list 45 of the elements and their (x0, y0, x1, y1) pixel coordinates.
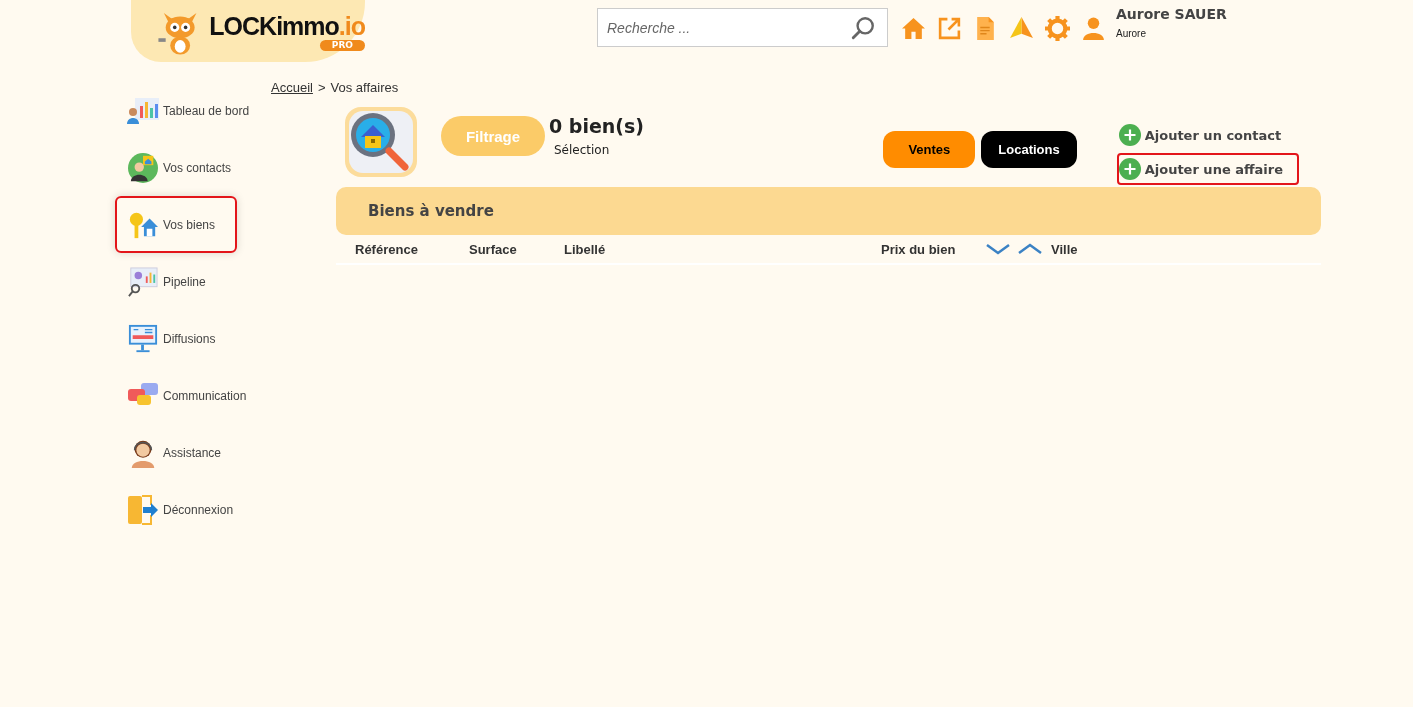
sidebar-item[interactable]: Vos contacts (115, 139, 238, 196)
column-header[interactable]: Ville (1051, 241, 1078, 257)
sidebar-item[interactable]: Diffusions (115, 310, 237, 367)
column-header[interactable]: Référence (355, 241, 418, 257)
search-field[interactable]: Recherche ... (597, 8, 888, 47)
breadcrumb-link[interactable]: Accueil (271, 80, 313, 95)
sidebar-item[interactable]: Vos biens (115, 196, 237, 253)
sidebar-item[interactable]: Tableau de bord (115, 82, 256, 139)
user-icon[interactable] (1081, 16, 1106, 41)
column-header[interactable]: Surface (469, 241, 517, 257)
sidebar-item[interactable]: Assistance (115, 424, 237, 481)
add-link[interactable]: Ajouter un contact (1116, 119, 1299, 151)
tab[interactable]: Locations (981, 131, 1077, 168)
column-header[interactable]: Prix du bien (881, 241, 956, 257)
monitor-chart-icon (127, 266, 159, 297)
paper-plane-icon[interactable] (1009, 16, 1034, 41)
search-input[interactable]: Recherche ... (598, 18, 850, 37)
selection-label: Sélection (554, 143, 611, 157)
brand-name: LOCKimmo.io (209, 11, 365, 40)
dashboard-chart-icon (127, 95, 159, 126)
settings-icon[interactable] (1045, 16, 1070, 41)
pro-badge: PRO (319, 39, 365, 51)
column-header[interactable]: Libellé (564, 241, 606, 257)
sort-descending-icon[interactable] (985, 243, 1012, 255)
plus-circle-icon (1118, 158, 1141, 180)
house-magnifier-icon (345, 107, 417, 177)
sidebar-item[interactable]: Déconnexion (115, 481, 240, 538)
plus-circle-icon (1118, 124, 1141, 146)
breadcrumb-current: Vos affaires (330, 80, 399, 95)
user-subtitle: Aurore (1116, 28, 1147, 39)
monitor-icon (127, 323, 159, 354)
sidebar-item[interactable]: Pipeline (115, 253, 237, 310)
contacts-icon (127, 152, 159, 183)
search-icon[interactable] (850, 14, 876, 41)
tab[interactable]: Ventes (883, 131, 976, 168)
exit-door-icon (127, 494, 159, 525)
add-link[interactable]: Ajouter une affaire (1116, 153, 1299, 185)
external-link-icon[interactable] (937, 16, 962, 41)
sort-ascending-icon[interactable] (1017, 243, 1044, 255)
sidebar-item[interactable]: Communication (115, 367, 253, 424)
user-name: Aurore SAUER (1116, 6, 1227, 22)
panel-title: Biens à vendre (368, 202, 494, 220)
home-icon[interactable] (901, 16, 926, 41)
breadcrumb-separator: > (317, 80, 326, 95)
property-count: 0 bien(s) (549, 115, 645, 137)
